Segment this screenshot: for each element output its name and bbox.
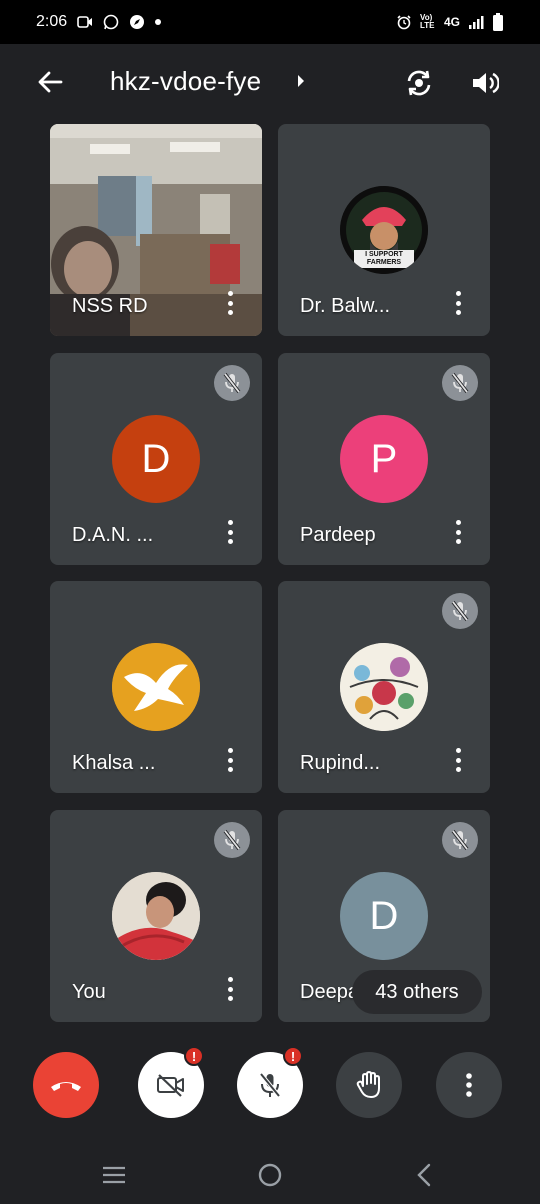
mic-off-icon bbox=[214, 365, 250, 401]
audio-output-button[interactable] bbox=[466, 64, 504, 102]
participant-options-button[interactable] bbox=[448, 519, 468, 545]
meeting-header: hkz-vdoe-fye bbox=[0, 44, 540, 122]
participant-avatar bbox=[112, 643, 200, 731]
signal-icon bbox=[468, 15, 484, 29]
mic-warning-badge: ! bbox=[283, 1046, 303, 1066]
participant-options-button[interactable] bbox=[448, 290, 468, 316]
back-arrow-icon bbox=[38, 71, 63, 93]
participant-options-button[interactable] bbox=[448, 747, 468, 773]
recent-apps-icon bbox=[103, 1166, 125, 1184]
participant-options-button[interactable] bbox=[220, 290, 240, 316]
participant-options-button[interactable] bbox=[220, 976, 240, 1002]
network-type: 4G bbox=[443, 15, 460, 29]
mic-off-icon bbox=[214, 822, 250, 858]
participant-avatar: D bbox=[112, 415, 200, 503]
participant-tile[interactable]: Rupind... bbox=[278, 581, 490, 793]
call-controls: ! ! bbox=[0, 1046, 540, 1126]
participant-tile[interactable]: You bbox=[50, 810, 262, 1022]
participant-tile[interactable]: I SUPPORT FARMERS Dr. Balw... bbox=[278, 124, 490, 336]
switch-camera-icon bbox=[407, 70, 431, 96]
participant-options-button[interactable] bbox=[220, 519, 240, 545]
camera-warning-badge: ! bbox=[184, 1046, 204, 1066]
participant-avatar: D bbox=[340, 872, 428, 960]
whatsapp-icon bbox=[103, 14, 119, 30]
participant-name: Dr. Balw... bbox=[300, 295, 391, 317]
participant-avatar bbox=[112, 872, 200, 960]
camera-toggle-button[interactable]: ! bbox=[138, 1046, 204, 1118]
meeting-code[interactable]: hkz-vdoe-fye bbox=[110, 66, 261, 97]
participant-name: You bbox=[72, 981, 106, 1003]
status-time: 2:06 bbox=[36, 13, 68, 30]
alarm-icon bbox=[396, 14, 412, 30]
participant-avatar bbox=[340, 643, 428, 731]
dot-notification-icon bbox=[155, 19, 162, 25]
participant-tile[interactable]: NSS RD bbox=[50, 124, 262, 336]
participant-name: Pardeep bbox=[300, 524, 376, 546]
hand-icon bbox=[356, 1071, 380, 1098]
participant-tile[interactable]: P Pardeep bbox=[278, 353, 490, 565]
recent-apps-button[interactable] bbox=[94, 1158, 134, 1192]
home-icon bbox=[258, 1163, 282, 1187]
camera-off-icon bbox=[157, 1074, 184, 1097]
mic-off-icon bbox=[442, 822, 478, 858]
participant-tile[interactable]: D D.A.N. ... bbox=[50, 353, 262, 565]
more-vertical-icon bbox=[466, 1073, 472, 1097]
switch-camera-button[interactable] bbox=[400, 64, 438, 102]
mic-toggle-button[interactable]: ! bbox=[237, 1046, 303, 1118]
participant-tile[interactable]: Khalsa ... bbox=[50, 581, 262, 793]
participant-name: D.A.N. ... bbox=[72, 524, 154, 546]
back-nav-icon bbox=[417, 1163, 431, 1187]
back-button[interactable] bbox=[34, 66, 66, 98]
mic-off-icon bbox=[259, 1072, 281, 1098]
end-call-button[interactable] bbox=[33, 1052, 99, 1118]
system-navigation-bar bbox=[0, 1144, 540, 1204]
mic-off-icon bbox=[442, 593, 478, 629]
participant-name: Khalsa ... bbox=[72, 752, 156, 774]
participant-avatar: P bbox=[340, 415, 428, 503]
battery-icon bbox=[492, 13, 504, 31]
mic-off-icon bbox=[442, 365, 478, 401]
badge-text: I SUPPORT FARMERS bbox=[365, 251, 403, 266]
home-button[interactable] bbox=[250, 1158, 290, 1192]
video-notification-icon bbox=[77, 15, 93, 29]
participant-name: NSS RD bbox=[72, 295, 148, 317]
participant-name: Rupind... bbox=[300, 752, 381, 774]
more-options-button[interactable] bbox=[436, 1052, 502, 1118]
others-participants-button[interactable]: 43 others bbox=[352, 970, 482, 1014]
status-bar: 2:06 Vo) LTE 4G bbox=[0, 0, 540, 44]
compass-icon bbox=[129, 14, 145, 30]
end-call-icon bbox=[51, 1082, 81, 1091]
speaker-icon bbox=[473, 72, 499, 94]
raise-hand-button[interactable] bbox=[336, 1052, 402, 1118]
participant-name: Deepa bbox=[300, 981, 359, 1003]
back-nav-button[interactable] bbox=[404, 1158, 444, 1192]
meeting-details-arrow-icon[interactable] bbox=[296, 74, 306, 93]
volte-label: Vo) LTE bbox=[419, 13, 435, 30]
participant-options-button[interactable] bbox=[220, 747, 240, 773]
participant-avatar: I SUPPORT FARMERS bbox=[340, 186, 428, 274]
